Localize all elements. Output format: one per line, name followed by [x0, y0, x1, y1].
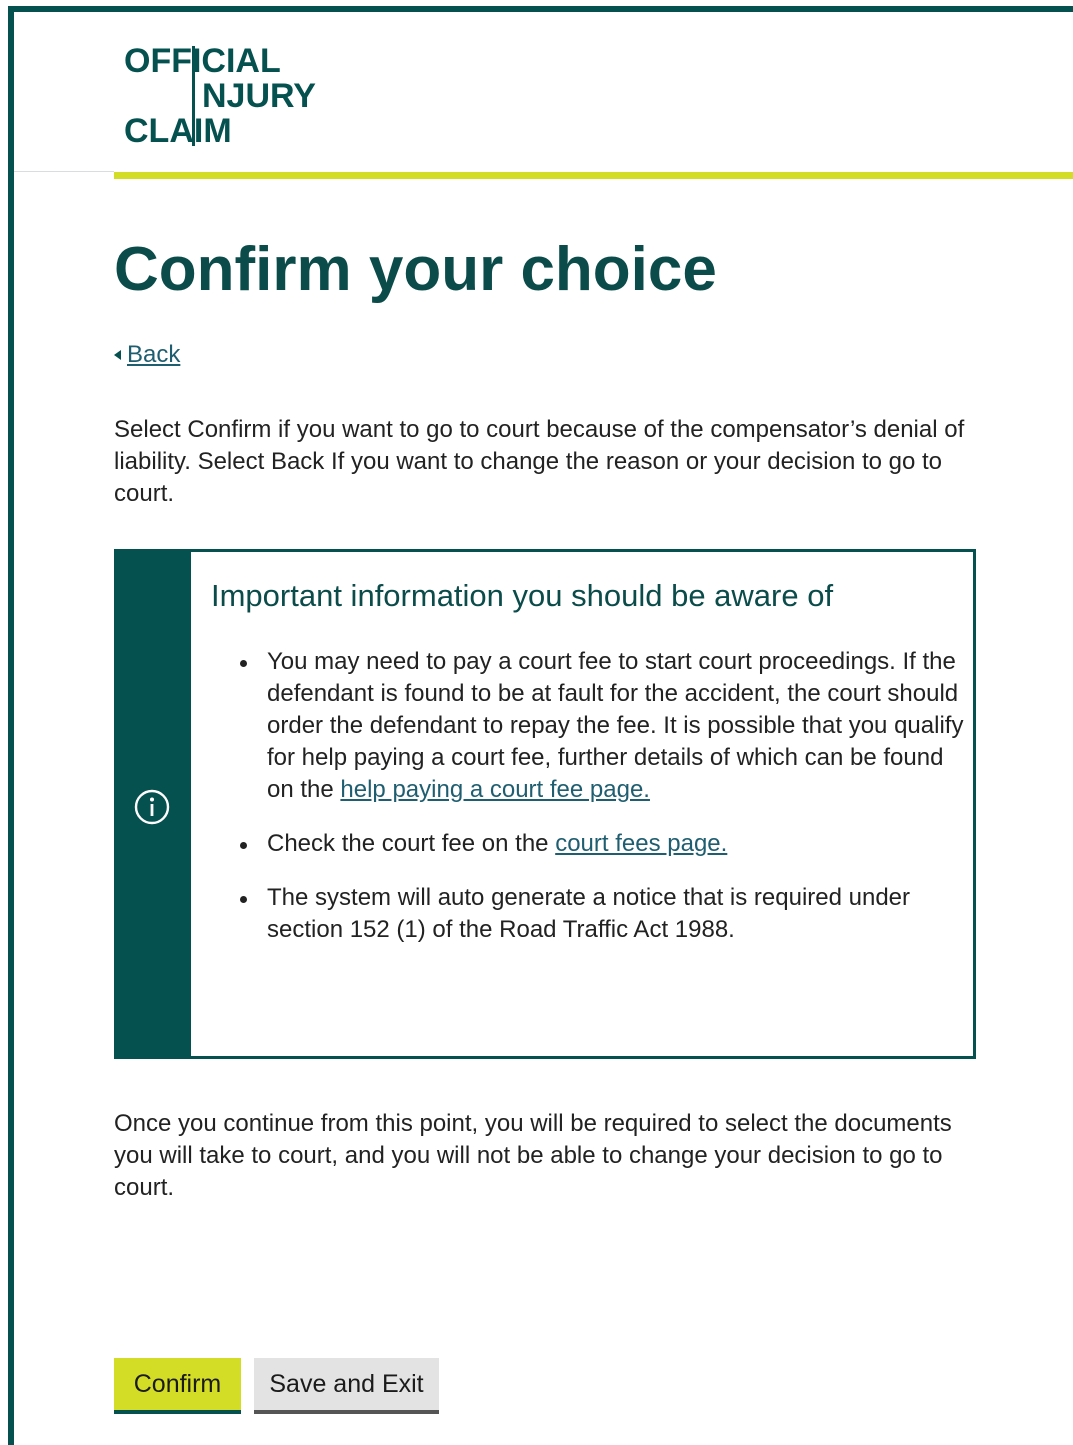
info-list-item-check-fee: Check the court fee on the court fees pa… — [240, 828, 967, 860]
info-panel-sidebar — [117, 552, 191, 1056]
official-injury-claim-logo: OFFICIAL NJURY CLAIM — [124, 44, 324, 150]
info-icon — [134, 789, 170, 825]
save-and-exit-button[interactable]: Save and Exit — [254, 1358, 439, 1414]
info-item-text: The system will auto generate a notice t… — [267, 884, 911, 943]
page-title: Confirm your choice — [114, 235, 717, 304]
important-info-panel: Important information you should be awar… — [114, 549, 976, 1059]
header-divider — [14, 171, 114, 172]
info-panel-heading: Important information you should be awar… — [211, 578, 834, 613]
logo-line-claim: CLAIM — [124, 112, 232, 150]
back-link-label[interactable]: Back — [127, 340, 180, 370]
intro-text: Select Confirm if you want to go to cour… — [114, 416, 965, 507]
logo-line-official: OFFICIAL — [124, 42, 281, 80]
help-paying-court-fee-link[interactable]: help paying a court fee page. — [340, 776, 650, 803]
logo-line-injury: NJURY — [202, 77, 316, 115]
info-item-text: Check the court fee on the — [267, 830, 549, 857]
back-link[interactable]: Back — [114, 340, 180, 370]
caret-left-icon — [114, 350, 121, 360]
page-frame-top-border — [8, 6, 1073, 12]
page-frame-left-border — [8, 6, 14, 1445]
outro-text: Once you continue from this point, you w… — [114, 1110, 952, 1201]
court-fees-page-link[interactable]: court fees page. — [555, 830, 727, 857]
info-list-item-court-fee: You may need to pay a court fee to start… — [240, 646, 967, 806]
header-accent-bar — [114, 172, 1073, 179]
logo-vertical-bar — [192, 46, 195, 146]
confirm-button[interactable]: Confirm — [114, 1358, 241, 1414]
info-list-item-notice: The system will auto generate a notice t… — [240, 882, 967, 946]
info-list: You may need to pay a court fee to start… — [240, 646, 967, 968]
